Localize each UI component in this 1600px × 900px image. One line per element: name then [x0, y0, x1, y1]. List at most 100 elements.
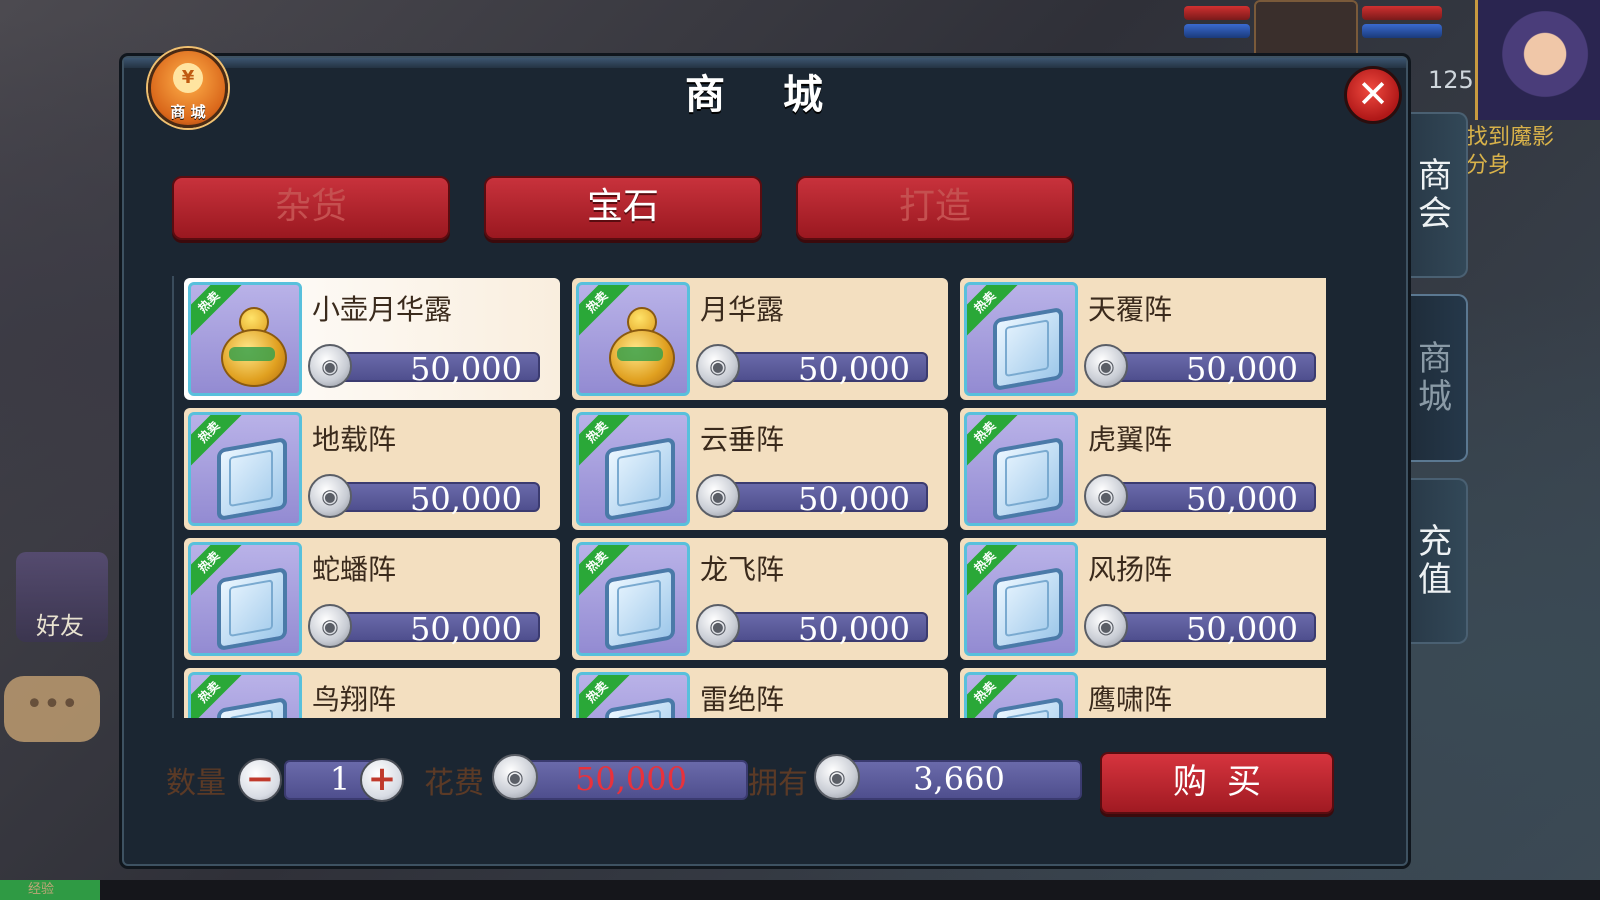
item-price: 50,000 [410, 480, 522, 518]
book-icon [993, 696, 1063, 718]
item-name: 风扬阵 [1088, 553, 1173, 586]
shop-item-card[interactable]: 热卖 月华露 50,000 ◉ [572, 278, 948, 400]
item-price: 50,000 [410, 610, 522, 648]
item-icon-frame: 热卖 [576, 542, 690, 656]
silver-coin-icon: ◉ [308, 474, 352, 518]
item-icon-frame: 热卖 [188, 672, 302, 718]
enemy-hp-bar [1184, 6, 1250, 20]
item-price: 50,000 [1186, 350, 1298, 388]
book-icon [605, 566, 675, 652]
shop-item-card[interactable]: 热卖 鹰啸阵 [960, 668, 1326, 718]
owned-coin-icon: ◉ [814, 754, 860, 800]
chat-button[interactable]: ••• [4, 676, 100, 742]
cost-label: 花费 [424, 766, 484, 801]
owned-label: 拥有 [748, 766, 808, 801]
book-icon [217, 566, 287, 652]
gourd-icon [219, 303, 287, 387]
shop-item-card[interactable]: 热卖 龙飞阵 50,000 ◉ [572, 538, 948, 660]
book-icon [605, 696, 675, 718]
tab-guild-shop-label: 商 会 [1418, 156, 1452, 234]
shop-item-card[interactable]: 热卖 蛇蟠阵 50,000 ◉ [184, 538, 560, 660]
item-icon-frame: 热卖 [576, 282, 690, 396]
item-icon-frame: 热卖 [188, 282, 302, 396]
tab-recharge[interactable]: 充 值 [1404, 478, 1468, 644]
item-icon-frame: 热卖 [964, 542, 1078, 656]
tab-mall-label: 商 城 [1418, 339, 1452, 417]
shop-item-card[interactable]: 热卖 风扬阵 50,000 ◉ [960, 538, 1326, 660]
item-price: 50,000 [798, 350, 910, 388]
exp-label: 经验 [28, 882, 55, 897]
gourd-icon [607, 303, 675, 387]
silver-coin-icon: ◉ [308, 604, 352, 648]
shop-item-card[interactable]: 热卖 小壶月华露 50,000 ◉ [184, 278, 560, 400]
tab-recharge-label: 充 值 [1418, 522, 1452, 600]
item-price-bar: 50,000 [712, 610, 928, 648]
shop-item-card[interactable]: 热卖 鸟翔阵 [184, 668, 560, 718]
item-name: 小壶月华露 [312, 293, 453, 326]
cost-coin-icon: ◉ [492, 754, 538, 800]
exp-bar [0, 880, 1600, 900]
item-icon-frame: 热卖 [576, 412, 690, 526]
category-tab-forge[interactable]: 打造 [796, 176, 1074, 240]
silver-coin-icon: ◉ [696, 474, 740, 518]
shop-item-card[interactable]: 热卖 地载阵 50,000 ◉ [184, 408, 560, 530]
book-icon [605, 436, 675, 522]
item-icon-frame: 热卖 [964, 672, 1078, 718]
buy-button[interactable]: 购买 [1100, 752, 1334, 814]
item-name: 蛇蟠阵 [312, 553, 397, 586]
item-name: 云垂阵 [700, 423, 785, 456]
book-icon [993, 566, 1063, 652]
item-price-bar: 50,000 [324, 350, 540, 388]
item-icon-frame: 热卖 [188, 412, 302, 526]
item-name: 雷绝阵 [700, 683, 785, 716]
owned-value: 3,660 [836, 760, 1082, 800]
item-icon-frame: 热卖 [576, 672, 690, 718]
player-hp-bar [1362, 6, 1442, 20]
item-name: 龙飞阵 [700, 553, 785, 586]
silver-coin-icon: ◉ [308, 344, 352, 388]
category-tab-groceries[interactable]: 杂货 [172, 176, 450, 240]
item-grid[interactable]: 热卖 小壶月华露 50,000 ◉ 热卖 月华露 50,000 ◉ 热卖 天覆阵 50,000 ◉ 热卖… [172, 276, 1326, 718]
item-name: 月华露 [700, 293, 785, 326]
shop-dialog: 商 城 ¥ 商 城 ✕ 杂货 宝石 打造 热卖 小壶月华露 50,000 ◉ 热卖 月华露… [122, 48, 1408, 866]
book-icon [993, 306, 1063, 392]
item-price: 50,000 [1186, 480, 1298, 518]
silver-coin-icon: ◉ [696, 344, 740, 388]
shop-item-card[interactable]: 热卖 虎翼阵 50,000 ◉ [960, 408, 1326, 530]
item-name: 地载阵 [312, 423, 397, 456]
item-price-bar: 50,000 [712, 480, 928, 518]
item-price-bar: 50,000 [1100, 610, 1316, 648]
silver-coin-icon: ◉ [1084, 344, 1128, 388]
item-price-bar: 50,000 [1100, 350, 1316, 388]
book-icon [993, 436, 1063, 522]
quantity-decrease-button[interactable]: − [238, 758, 282, 802]
silver-coin-icon: ◉ [1084, 604, 1128, 648]
item-icon-frame: 热卖 [964, 282, 1078, 396]
player-mp-bar [1362, 24, 1442, 38]
player-level: 125 [1428, 66, 1474, 94]
friend-button-label: 好友 [36, 612, 84, 640]
item-price-bar: 50,000 [324, 610, 540, 648]
category-tab-gems[interactable]: 宝石 [484, 176, 762, 240]
book-icon [217, 436, 287, 522]
close-button[interactable]: ✕ [1344, 66, 1402, 124]
silver-coin-icon: ◉ [1084, 474, 1128, 518]
quantity-increase-button[interactable]: + [360, 758, 404, 802]
shop-item-card[interactable]: 热卖 天覆阵 50,000 ◉ [960, 278, 1326, 400]
item-icon-frame: 热卖 [964, 412, 1078, 526]
shop-item-card[interactable]: 热卖 雷绝阵 [572, 668, 948, 718]
item-price-bar: 50,000 [324, 480, 540, 518]
tab-guild-shop[interactable]: 商 会 [1404, 112, 1468, 278]
quest-tracker-text[interactable]: 找到魔影 分身 [1466, 124, 1554, 180]
tab-mall[interactable]: 商 城 [1404, 294, 1468, 462]
item-price: 50,000 [410, 350, 522, 388]
item-price: 50,000 [1186, 610, 1298, 648]
book-icon [217, 696, 287, 718]
item-name: 鹰啸阵 [1088, 683, 1173, 716]
quantity-label: 数量 [166, 766, 226, 801]
player-avatar[interactable] [1475, 0, 1600, 120]
item-price-bar: 50,000 [712, 350, 928, 388]
shop-item-card[interactable]: 热卖 云垂阵 50,000 ◉ [572, 408, 948, 530]
item-price-bar: 50,000 [1100, 480, 1316, 518]
yuan-coin-icon: ¥ [173, 63, 203, 93]
